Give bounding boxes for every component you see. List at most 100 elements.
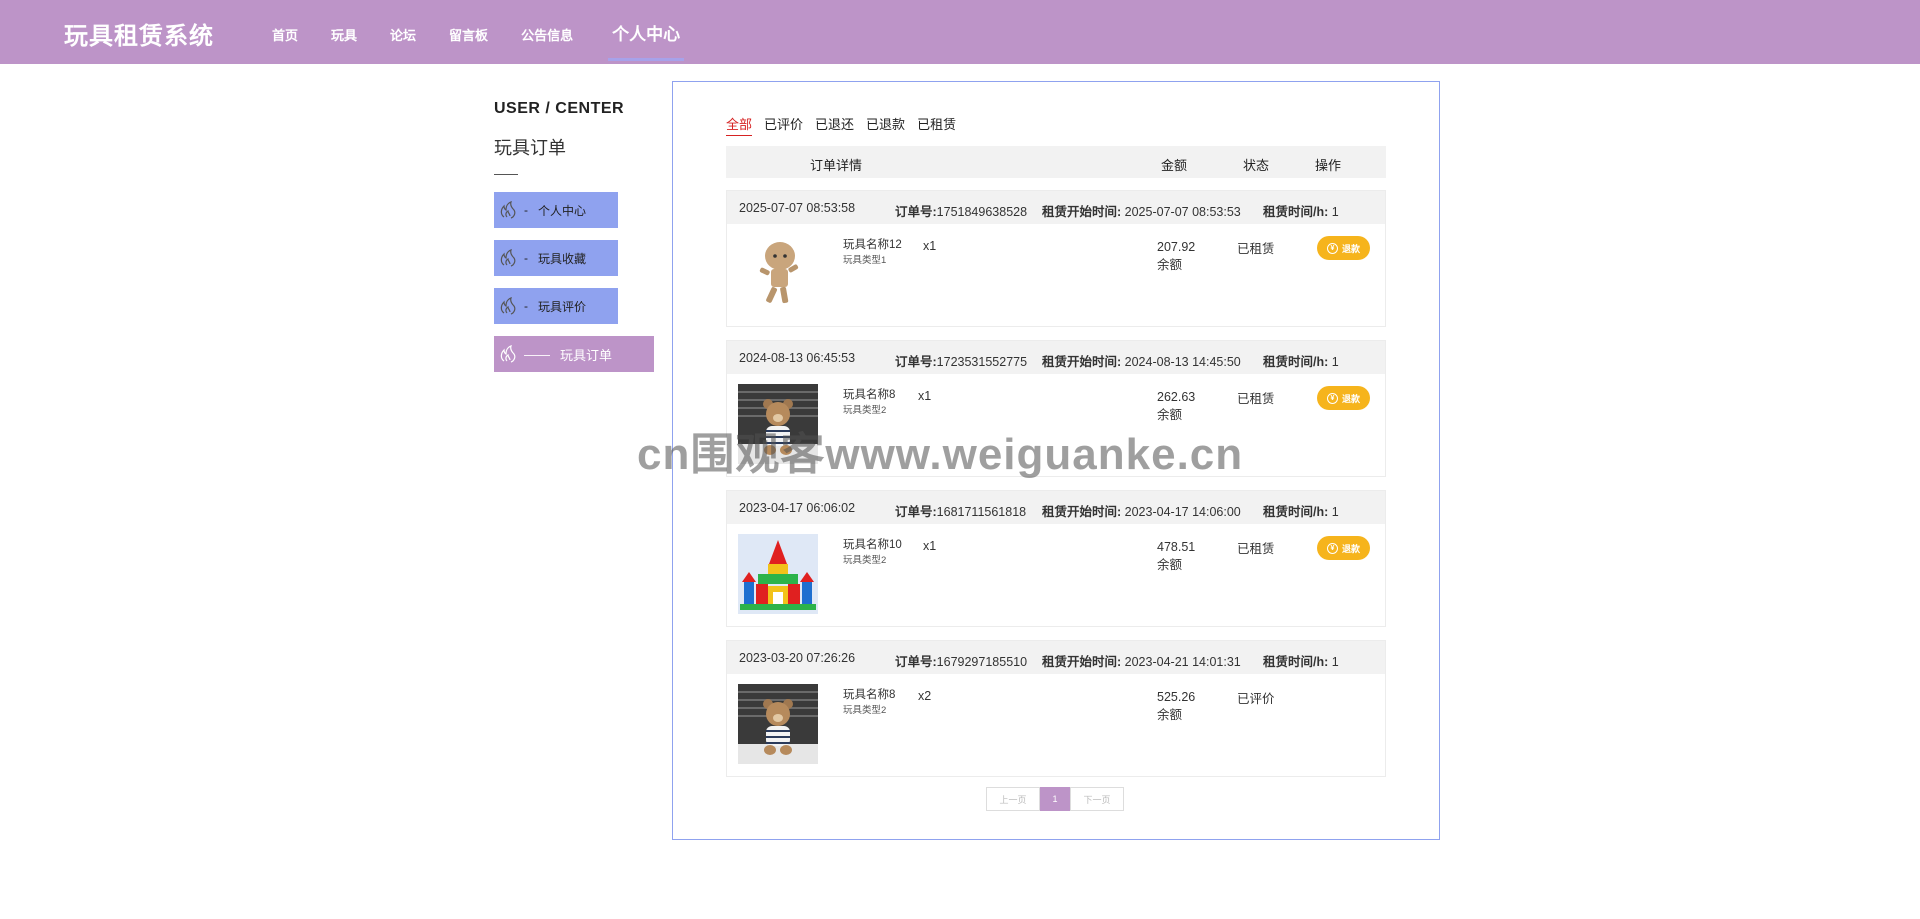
order-created-time: 2023-03-20 07:26:26 (739, 651, 856, 665)
amount-value: 525.26 (1157, 690, 1196, 704)
order-start-time: 租赁开始时间: 2024-08-13 14:45:50 (1042, 351, 1241, 370)
order-number-value: 1681711561818 (936, 505, 1027, 519)
sidebar-dash: - (524, 299, 528, 313)
start-time-value: 2024-08-13 14:45:50 (1124, 355, 1241, 369)
sidebar-item-reviews[interactable]: - 玩具评价 (494, 288, 618, 324)
prev-page-button[interactable]: 上一页 (986, 787, 1040, 811)
order-number-label: 订单号: (895, 205, 937, 219)
order-number-value: 1751849638528 (936, 205, 1028, 219)
nav-forum[interactable]: 论坛 (390, 0, 416, 64)
nav-user-center[interactable]: 个人中心 (608, 0, 685, 61)
sidebar-item-label: 玩具收藏 (538, 251, 587, 266)
nav-toys[interactable]: 玩具 (331, 0, 357, 64)
order-quantity: x1 (923, 239, 937, 253)
toy-type: 玩具类型2 (843, 705, 887, 716)
order-header: 2024-08-13 06:45:53 订单号:1723531552775 租赁… (727, 341, 1385, 374)
wooden-robot-toy-image[interactable] (738, 234, 818, 314)
start-time-label: 租赁开始时间: (1042, 355, 1122, 369)
next-page-button[interactable]: 下一页 (1070, 787, 1124, 811)
order-status: 已租赁 (1237, 242, 1275, 256)
sidebar: USER / CENTER 玩具订单 - 个人中心 - 玩具收藏 - 玩具评价 … (494, 100, 664, 384)
yen-coin-icon: ¥ (1326, 542, 1338, 554)
duration-label: 租赁时间/h: (1263, 205, 1329, 219)
sidebar-item-orders[interactable]: —— 玩具订单 (494, 336, 654, 372)
tab-returned[interactable]: 已退还 (815, 114, 854, 136)
nav-announcements[interactable]: 公告信息 (521, 0, 573, 64)
toy-name[interactable]: 玩具名称10 (843, 536, 902, 552)
tab-reviewed[interactable]: 已评价 (764, 114, 803, 136)
order-duration: 租赁时间/h: 1 (1263, 651, 1339, 670)
duration-label: 租赁时间/h: (1263, 505, 1329, 519)
nav-home[interactable]: 首页 (272, 0, 298, 64)
sidebar-title-en: USER / CENTER (494, 100, 625, 117)
order-filter-tabs: 全部 已评价 已退还 已退款 已租赁 (726, 114, 968, 136)
order-status: 已租赁 (1237, 392, 1275, 406)
sidebar-dash: - (524, 203, 528, 217)
order-start-time: 租赁开始时间: 2023-04-21 14:01:31 (1042, 651, 1241, 670)
flame-icon (500, 249, 516, 267)
tab-all[interactable]: 全部 (726, 114, 753, 136)
order-duration: 租赁时间/h: 1 (1263, 501, 1339, 520)
order-start-time: 租赁开始时间: 2023-04-17 14:06:00 (1042, 501, 1241, 520)
order-header: 2025-07-07 08:53:58 订单号:1751849638528 租赁… (727, 191, 1385, 224)
sidebar-item-label: 玩具评价 (538, 299, 587, 314)
flame-icon (500, 345, 516, 363)
sidebar-item-favorites[interactable]: - 玩具收藏 (494, 240, 618, 276)
yen-coin-icon: ¥ (1326, 392, 1338, 404)
order-created-time: 2023-04-17 06:06:02 (739, 501, 856, 515)
page-1-button[interactable]: 1 (1040, 787, 1070, 811)
refund-button[interactable]: ¥ 退款 (1317, 236, 1370, 260)
order-number-label: 订单号: (895, 655, 937, 669)
start-time-label: 租赁开始时间: (1042, 505, 1122, 519)
order-card: 2023-04-17 06:06:02 订单号:1681711561818 租赁… (726, 490, 1386, 627)
tab-renting[interactable]: 已租赁 (917, 114, 956, 136)
orders-table-header: 订单详情 金额 状态 操作 (726, 146, 1386, 178)
duration-label: 租赁时间/h: (1263, 655, 1329, 669)
refund-label: 退款 (1341, 543, 1360, 554)
sidebar-title: 玩具订单 (494, 138, 566, 158)
duration-value: 1 (1331, 505, 1339, 519)
order-body: 玩具名称8 玩具类型2 x2 525.26 余额 已评价 (727, 674, 1385, 776)
sidebar-divider (494, 174, 518, 175)
order-number: 订单号:1679297185510 (895, 651, 1027, 670)
order-number-label: 订单号: (895, 505, 937, 519)
sidebar-dash: —— (524, 346, 550, 362)
toy-type: 玩具类型2 (843, 405, 887, 416)
start-time-label: 租赁开始时间: (1042, 205, 1122, 219)
order-amount: 207.92 余额 (1157, 238, 1195, 274)
order-duration: 租赁时间/h: 1 (1263, 351, 1339, 370)
payment-method: 余额 (1157, 258, 1183, 272)
toy-name[interactable]: 玩具名称8 (843, 386, 895, 402)
top-nav-bar: 玩具租赁系统 首页 玩具 论坛 留言板 公告信息 个人中心 (0, 0, 1920, 64)
order-number-value: 1723531552775 (936, 355, 1028, 369)
tab-refunded[interactable]: 已退款 (866, 114, 905, 136)
order-card: 2025-07-07 08:53:58 订单号:1751849638528 租赁… (726, 190, 1386, 327)
flame-icon (500, 297, 516, 315)
refund-button[interactable]: ¥ 退款 (1317, 386, 1370, 410)
order-amount: 525.26 余额 (1157, 688, 1195, 724)
sidebar-item-label: 玩具订单 (560, 347, 613, 363)
sidebar-item-user-center[interactable]: - 个人中心 (494, 192, 618, 228)
header-detail: 订单详情 (810, 158, 863, 173)
refund-label: 退款 (1341, 393, 1360, 404)
start-time-value: 2023-04-21 14:01:31 (1124, 655, 1241, 669)
toy-type: 玩具类型1 (843, 255, 887, 266)
header-amount: 金额 (1161, 158, 1188, 173)
refund-button[interactable]: ¥ 退款 (1317, 536, 1370, 560)
sidebar-item-label: 个人中心 (538, 203, 587, 218)
block-castle-toy-image[interactable] (738, 534, 818, 614)
main-nav: 首页 玩具 论坛 留言板 公告信息 个人中心 (256, 0, 701, 64)
toy-name[interactable]: 玩具名称8 (843, 686, 895, 702)
order-duration: 租赁时间/h: 1 (1263, 201, 1339, 220)
duration-value: 1 (1331, 205, 1339, 219)
order-number: 订单号:1681711561818 (895, 501, 1026, 520)
teddy-bear-toy-image[interactable] (738, 684, 818, 764)
sidebar-dash: - (524, 251, 528, 265)
order-start-time: 租赁开始时间: 2025-07-07 08:53:53 (1042, 201, 1241, 220)
duration-label: 租赁时间/h: (1263, 355, 1329, 369)
nav-message-board[interactable]: 留言板 (449, 0, 488, 64)
order-card: 2023-03-20 07:26:26 订单号:1679297185510 租赁… (726, 640, 1386, 777)
toy-name[interactable]: 玩具名称12 (843, 236, 902, 252)
yen-coin-icon: ¥ (1326, 242, 1338, 254)
start-time-value: 2025-07-07 08:53:53 (1124, 205, 1241, 219)
